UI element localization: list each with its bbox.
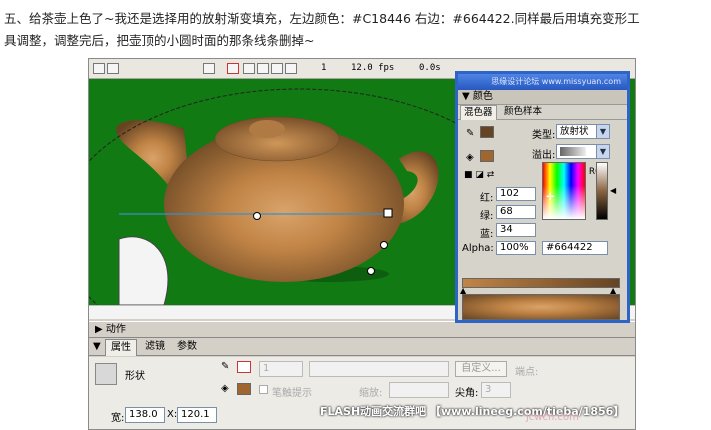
- green-label: 绿:: [480, 211, 494, 222]
- teacup-shape[interactable]: [118, 236, 169, 305]
- blue-field[interactable]: 34: [496, 223, 536, 237]
- gradient-width-handle[interactable]: [383, 208, 393, 218]
- gradient-size-handle[interactable]: [380, 241, 388, 249]
- fill-swatch[interactable]: [480, 150, 494, 162]
- caption-line-2: 具调整，调整完后，把壶顶的小圆时面的那条线条删掉~: [4, 33, 315, 48]
- lid-knob[interactable]: [249, 120, 285, 138]
- layer-icon[interactable]: [93, 63, 105, 74]
- fill-type-dropdown[interactable]: 放射状 ▼: [556, 124, 610, 139]
- stroke-width-field[interactable]: 1: [259, 361, 303, 377]
- gradient-center-handle[interactable]: [253, 212, 261, 220]
- scale-dropdown[interactable]: [389, 382, 449, 398]
- tab-filters[interactable]: 滤镜: [145, 339, 165, 355]
- corner-field[interactable]: 3: [481, 382, 511, 398]
- color-panel-title: 颜色: [472, 91, 493, 102]
- stroke-color-swatch[interactable]: [237, 361, 251, 373]
- overflow-dropdown[interactable]: ▼: [556, 144, 610, 159]
- chevron-down-icon: ▼: [596, 145, 609, 158]
- paint-bucket-icon: ◈: [221, 383, 229, 394]
- collapse-arrow-icon: ▼: [93, 341, 101, 352]
- onion-markers-icon[interactable]: [285, 63, 297, 74]
- stroke-style-dropdown[interactable]: [309, 361, 449, 377]
- alpha-field[interactable]: 100%: [496, 241, 536, 255]
- onion-skin-icon[interactable]: [243, 63, 255, 74]
- type-label: 类型:: [532, 130, 556, 141]
- caption-line-1: 五、给茶壶上色了~我还是选择用的放射渐变填充，左边颜色：#C18446 右边：#…: [4, 11, 640, 26]
- red-field[interactable]: 102: [496, 187, 536, 201]
- color-panel: 思缘设计论坛 www.missyuan.com ▼ 颜色 混色器 颜色样本 ✎ …: [455, 71, 630, 323]
- actions-label: 动作: [105, 324, 126, 335]
- endpoint-label: 端点:: [515, 367, 539, 378]
- fill-bucket-icon: ◈: [466, 152, 474, 163]
- scale-label: 缩放:: [359, 388, 383, 399]
- alpha-label: Alpha:: [462, 243, 494, 254]
- green-field[interactable]: 68: [496, 205, 536, 219]
- overflow-label: 溢出:: [532, 150, 556, 161]
- edit-multiple-icon[interactable]: [271, 63, 283, 74]
- tab-color-mixer[interactable]: 混色器: [460, 105, 497, 120]
- shape-icon: [95, 363, 117, 385]
- elapsed-time: 0.0s: [419, 63, 441, 73]
- swap-colors-icons[interactable]: ■ ◪ ⇄: [464, 170, 494, 180]
- collapse-arrow-icon: ▶: [95, 324, 106, 335]
- gradient-preview: [462, 294, 620, 320]
- forum-watermark: 思缘设计论坛 www.missyuan.com: [491, 77, 621, 86]
- folder-icon[interactable]: [107, 63, 119, 74]
- gradient-definition-bar[interactable]: [462, 278, 620, 288]
- crosshair-icon: ✛: [546, 192, 555, 203]
- color-panel-header[interactable]: ▼ 颜色: [458, 90, 627, 105]
- tutorial-caption: 五、给茶壶上色了~我还是选择用的放射渐变填充，左边颜色：#C18446 右边：#…: [4, 8, 704, 52]
- stroke-pencil-icon: ✎: [466, 128, 475, 139]
- color-spectrum[interactable]: [542, 162, 586, 220]
- stroke-swatch[interactable]: [480, 126, 494, 138]
- collapse-arrow-icon: ▼: [462, 91, 473, 102]
- red-label: 红:: [480, 193, 494, 204]
- brightness-pointer-icon: ◀: [610, 186, 617, 195]
- gradient-rotation-handle[interactable]: [367, 267, 375, 275]
- site-watermark: jcwcn.com: [526, 412, 579, 423]
- current-frame: 1: [321, 63, 327, 73]
- flash-screenshot: 1 12.0 fps 0.0s ▶ 动作 ▼ 属性 滤镜 参数 形状 ✎ 1 自…: [88, 58, 636, 430]
- pencil-icon: ✎: [221, 361, 230, 372]
- trash-icon[interactable]: [203, 63, 215, 74]
- fill-type-value: 放射状: [560, 126, 589, 137]
- custom-stroke-button[interactable]: 自定义...: [455, 361, 507, 377]
- brightness-slider[interactable]: [596, 162, 608, 220]
- center-frame-icon[interactable]: [227, 63, 239, 74]
- tab-color-swatches[interactable]: 颜色样本: [504, 105, 542, 119]
- tab-properties[interactable]: 属性: [105, 339, 137, 356]
- hex-field[interactable]: #664422: [542, 241, 608, 255]
- actions-panel-header[interactable]: ▶ 动作: [89, 321, 635, 338]
- blue-label: 蓝:: [480, 229, 494, 240]
- color-panel-titlebar[interactable]: 思缘设计论坛 www.missyuan.com: [458, 74, 627, 90]
- x-field[interactable]: 120.1: [177, 407, 217, 423]
- color-panel-tabs: 混色器 颜色样本: [458, 105, 627, 120]
- corner-label: 尖角:: [455, 388, 479, 399]
- property-tabs: ▼ 属性 滤镜 参数: [89, 339, 635, 356]
- hinting-label: 笔触提示: [272, 388, 312, 399]
- shape-label: 形状: [125, 371, 145, 382]
- frame-rate: 12.0 fps: [351, 63, 395, 73]
- onion-outline-icon[interactable]: [257, 63, 269, 74]
- hinting-checkbox[interactable]: [259, 385, 268, 394]
- width-field[interactable]: 138.0: [125, 407, 165, 423]
- width-label: 宽:: [111, 413, 125, 424]
- overflow-preview: [560, 147, 586, 156]
- tab-parameters[interactable]: 参数: [177, 339, 197, 355]
- fill-color-swatch[interactable]: [237, 383, 251, 395]
- chevron-down-icon: ▼: [596, 125, 609, 138]
- x-label: X:: [167, 409, 178, 420]
